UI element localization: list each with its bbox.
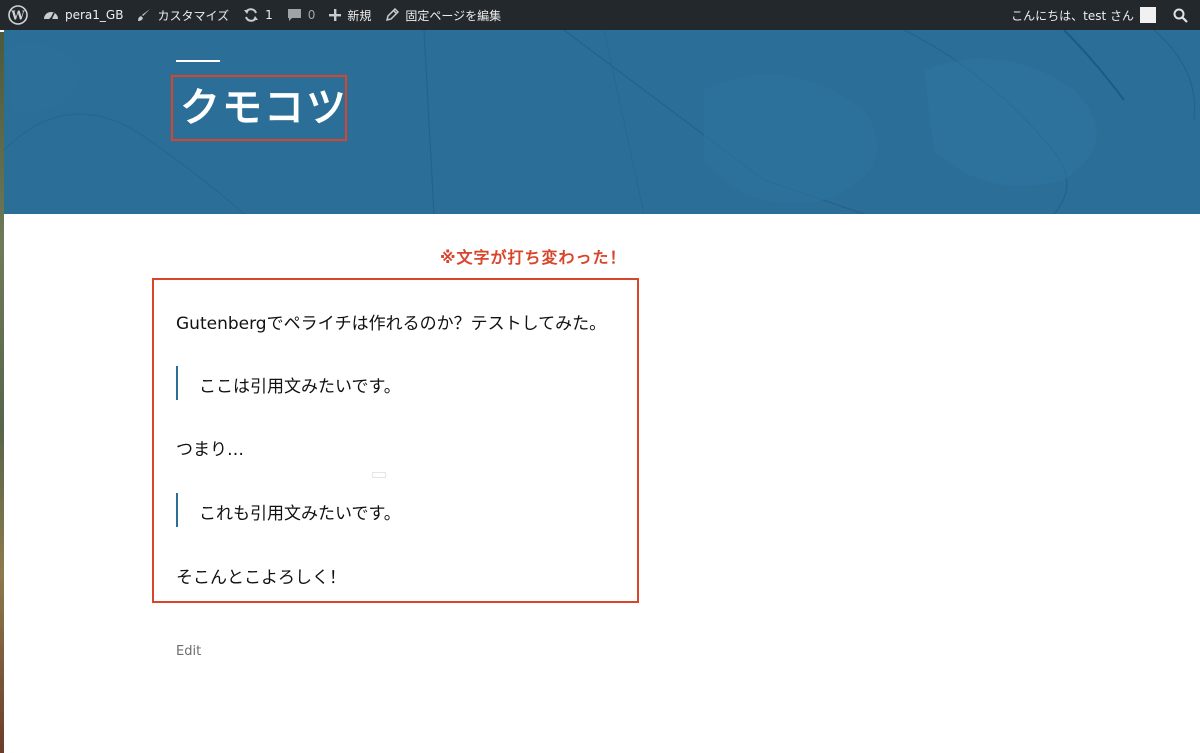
- title-decoration-line: [176, 60, 220, 62]
- site-name-link[interactable]: pera1_GB: [36, 0, 130, 30]
- blockquote-1-border: [176, 366, 178, 400]
- paragraph-3: そこんとこよろしく！: [176, 568, 346, 588]
- updates-link[interactable]: 1: [236, 0, 280, 30]
- site-header: クモコツ: [4, 30, 1200, 214]
- edit-page-link[interactable]: 固定ページを編集: [378, 0, 508, 30]
- my-account-link[interactable]: こんにちは、test さん: [1004, 0, 1163, 30]
- refresh-icon: [243, 7, 259, 23]
- blockquote-2-border: [176, 493, 178, 527]
- search-button[interactable]: [1163, 0, 1200, 30]
- comments-count: 0: [307, 8, 316, 22]
- page-title: クモコツ: [180, 85, 348, 131]
- edit-page-label: 固定ページを編集: [405, 8, 502, 23]
- comment-icon: [287, 8, 302, 22]
- blockquote-1: ここは引用文みたいです。: [199, 377, 401, 397]
- block-separator: [372, 472, 386, 478]
- wordpress-icon: W: [8, 5, 28, 25]
- wordpress-logo-button[interactable]: W: [0, 0, 36, 30]
- greeting-label: こんにちは、test さん: [1011, 8, 1134, 23]
- annotation-note: ※文字が打ち変わった！: [440, 248, 627, 267]
- new-label: 新規: [347, 8, 372, 23]
- edit-link[interactable]: Edit: [176, 644, 201, 659]
- dashboard-icon: [43, 8, 59, 22]
- customize-label: カスタマイズ: [157, 8, 230, 23]
- brush-icon: [137, 8, 151, 22]
- search-icon: [1173, 8, 1188, 23]
- svg-text:W: W: [10, 9, 25, 23]
- admin-bar: W pera1_GB カスタマイズ 1 0 新規 固定ページを編集 こんにちは、…: [0, 0, 1200, 30]
- updates-count: 1: [265, 8, 273, 22]
- admin-bar-right: こんにちは、test さん: [1004, 0, 1200, 30]
- blockquote-2: これも引用文みたいです。: [199, 504, 401, 524]
- comments-link[interactable]: 0: [280, 0, 323, 30]
- plus-icon: [329, 9, 342, 21]
- new-content-link[interactable]: 新規: [322, 0, 378, 30]
- avatar: [1140, 7, 1156, 23]
- site-name-label: pera1_GB: [65, 8, 124, 22]
- pencil-icon: [385, 8, 400, 22]
- customize-link[interactable]: カスタマイズ: [130, 0, 236, 30]
- paragraph-2: つまり…: [176, 440, 244, 460]
- paragraph-1: Gutenbergでペライチは作れるのか？テストしてみた。: [176, 314, 607, 334]
